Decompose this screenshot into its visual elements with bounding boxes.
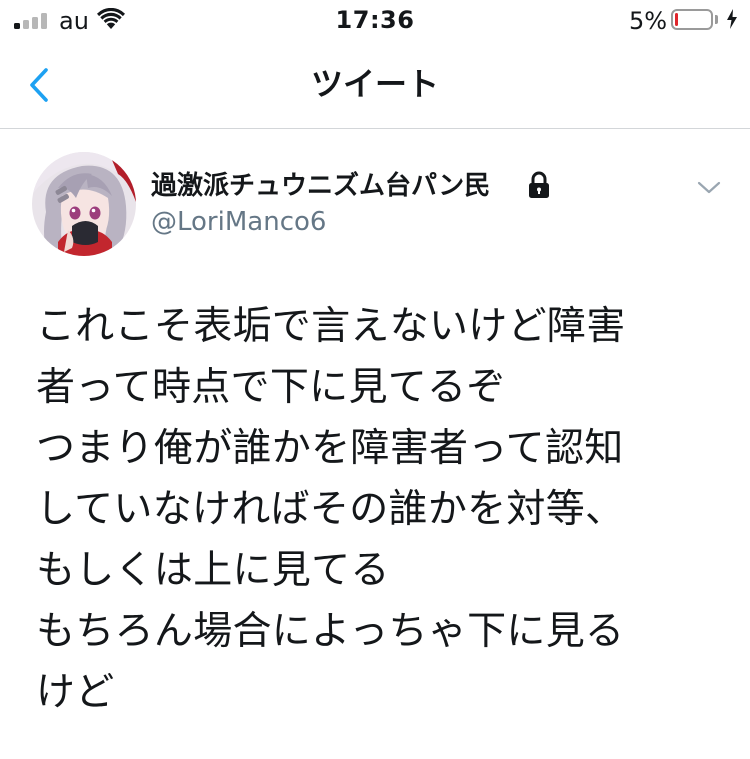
tweet-text-line: これこそ表垢で言えないけど障害 [36,304,626,349]
navigation-bar: ツイート [0,42,750,129]
display-name[interactable]: 過激派チュウニズム台パン民 [151,169,490,203]
avatar-image [32,152,136,256]
tweet-text-line: けど [36,670,115,715]
tweet-options-button[interactable] [692,174,726,202]
tweet-text: これこそ表垢で言えないけど障害 者って時点で下に見てるぞ つまり俺が誰かを障害者… [36,296,736,723]
tweet-text-line: つまり俺が誰かを障害者って認知 [36,426,624,471]
chevron-down-icon [697,181,721,194]
tweet-text-line: もしくは上に見てる [36,548,390,593]
tweet-text-line: 者って時点で下に見てるぞ [36,365,506,410]
tweet-text-line: もちろん場合によっちゃ下に見る [36,609,625,654]
battery-level-fill [675,13,678,26]
page-title: ツイート [310,65,439,103]
lock-icon [529,171,549,198]
user-handle[interactable]: @LoriManco6 [151,205,326,239]
battery-percentage: 5% [629,7,668,35]
tweet-text-line: していなければその誰かを対等、 [36,487,625,532]
bolt-icon [727,9,737,29]
avatar[interactable] [32,152,136,256]
battery-cap [715,15,718,24]
battery-icon [671,9,713,30]
status-bar: au 17:36 5% [0,0,750,42]
